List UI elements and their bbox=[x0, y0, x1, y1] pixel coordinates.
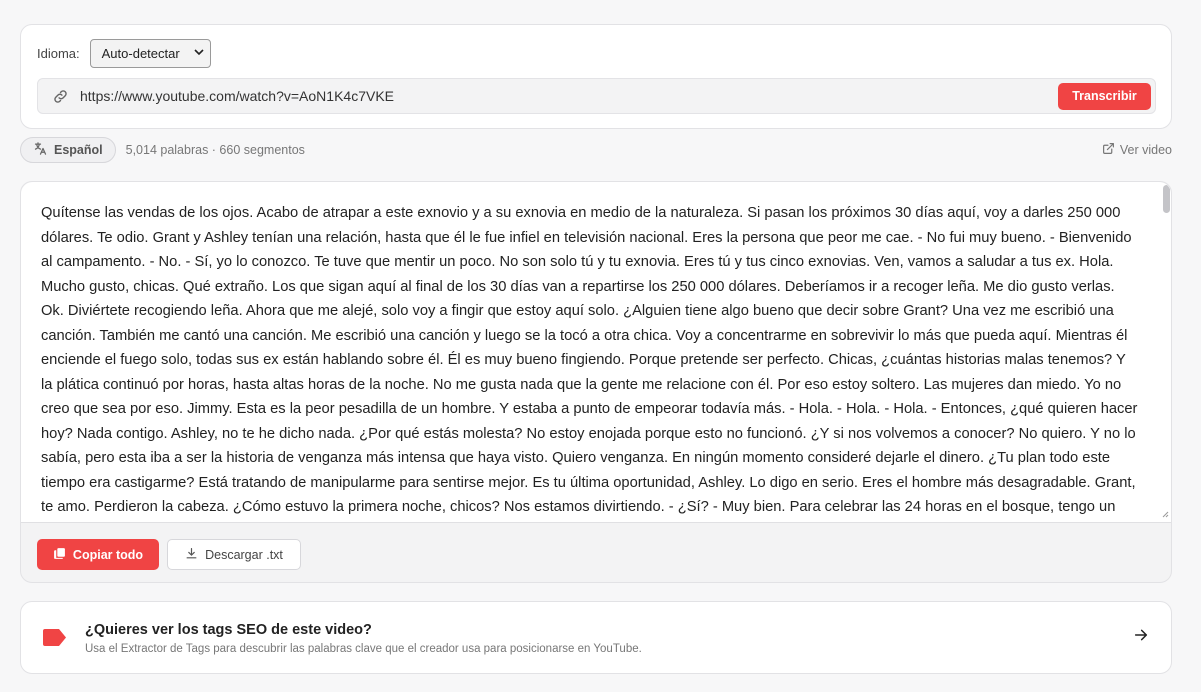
translate-icon bbox=[33, 141, 48, 159]
detected-language-badge: Español bbox=[20, 137, 116, 163]
download-txt-button[interactable]: Descargar .txt bbox=[167, 539, 301, 570]
transcribe-button[interactable]: Transcribir bbox=[1058, 82, 1151, 110]
transcript-card: Quítense las vendas de los ojos. Acabo d… bbox=[20, 181, 1172, 583]
view-video-label: Ver video bbox=[1119, 143, 1172, 157]
transcript-actions: Copiar todo Descargar .txt bbox=[37, 539, 301, 570]
download-txt-label: Descargar .txt bbox=[205, 547, 283, 562]
language-select[interactable]: Auto-detectar bbox=[89, 39, 211, 68]
transcript-text: Quítense las vendas de los ojos. Acabo d… bbox=[41, 205, 1138, 515]
transcript-textarea[interactable]: Quítense las vendas de los ojos. Acabo d… bbox=[21, 182, 1171, 523]
copy-icon bbox=[53, 547, 66, 563]
download-icon bbox=[185, 547, 198, 563]
transcript-stats: 5,014 palabras · 660 segmentos bbox=[125, 143, 305, 157]
tag-icon bbox=[43, 629, 67, 651]
seo-tags-card[interactable]: ¿Quieres ver los tags SEO de este video?… bbox=[20, 601, 1172, 674]
language-row: Idioma: Auto-detectar bbox=[37, 39, 211, 68]
language-select-value: Auto-detectar bbox=[101, 46, 180, 61]
chevron-down-icon bbox=[194, 48, 204, 59]
detected-language-label: Español bbox=[54, 143, 103, 157]
url-input-bar[interactable]: https://www.youtube.com/watch?v=AoN1K4c7… bbox=[37, 78, 1156, 114]
external-link-icon bbox=[1102, 142, 1115, 158]
seo-card-title: ¿Quieres ver los tags SEO de este video? bbox=[85, 622, 372, 638]
language-label: Idioma: bbox=[37, 46, 80, 61]
arrow-right-icon[interactable] bbox=[1133, 627, 1149, 648]
seo-card-subtitle: Usa el Extractor de Tags para descubrir … bbox=[85, 643, 642, 655]
resize-handle[interactable] bbox=[1162, 511, 1169, 520]
transcript-meta-row: Español 5,014 palabras · 660 segmentos V… bbox=[20, 137, 1172, 163]
transcribe-form-card: Idioma: Auto-detectar https://www.youtub… bbox=[20, 24, 1172, 129]
transcript-scrollbar[interactable] bbox=[1163, 185, 1170, 213]
url-input[interactable]: https://www.youtube.com/watch?v=AoN1K4c7… bbox=[80, 88, 1058, 104]
copy-all-button[interactable]: Copiar todo bbox=[37, 539, 159, 570]
view-video-link[interactable]: Ver video bbox=[1102, 142, 1172, 158]
copy-all-label: Copiar todo bbox=[72, 547, 144, 562]
link-icon bbox=[52, 87, 70, 105]
